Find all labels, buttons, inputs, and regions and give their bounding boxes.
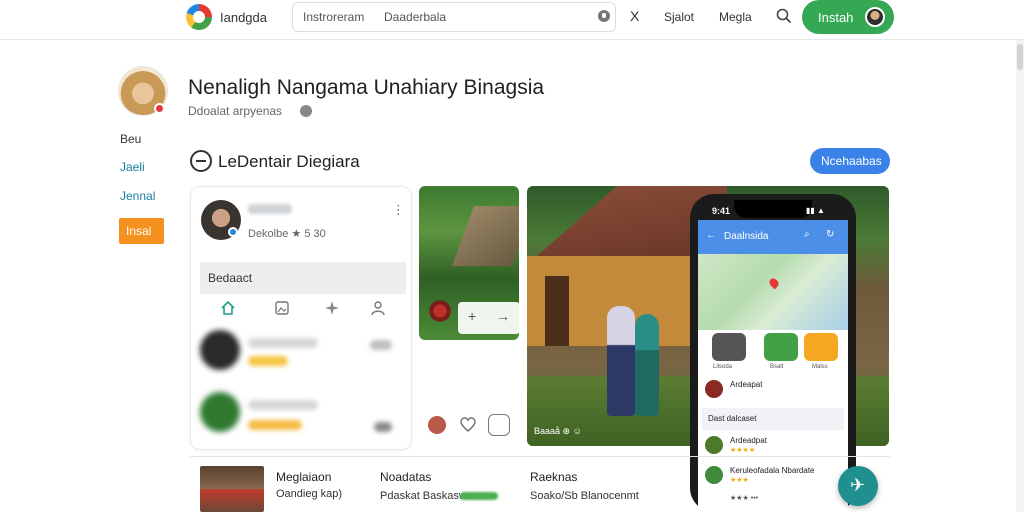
clear-search-icon[interactable]: X [630, 8, 639, 24]
scrollbar-thumb[interactable] [1017, 44, 1023, 70]
reviewer-meta: Dekolbe ★ 5 30 [248, 228, 326, 240]
user-avatar[interactable] [865, 7, 885, 27]
nav-link[interactable]: Megla [719, 10, 752, 24]
reviewer-name-blurred [248, 338, 318, 348]
search-icon[interactable] [776, 8, 792, 24]
phone-list-item[interactable]: Ardeapat [702, 378, 844, 400]
more-options-icon[interactable]: ⋮ [392, 202, 405, 218]
phone-row-title: Dast dalcaset [708, 414, 757, 423]
photo-roof [452, 206, 519, 266]
verified-badge-icon [154, 103, 165, 114]
rating-stars-blurred [248, 420, 302, 430]
listing-subtitle: Oandieg kap) [276, 488, 343, 500]
photo-person [635, 314, 659, 416]
reviewer-avatar [200, 392, 240, 432]
review-time-blurred [370, 340, 392, 350]
phone-row-avatar [705, 466, 723, 484]
reviewer-avatar [200, 330, 240, 370]
heart-icon[interactable] [458, 414, 478, 434]
reviewer-name-blurred [248, 400, 318, 410]
section-action-label: Ncehaabas [821, 154, 882, 168]
listing-subtitle: Pdaskat Baskaswa [380, 490, 473, 502]
phone-row-rating: ★★★ [730, 477, 749, 484]
listing-title[interactable]: Noadatas [380, 470, 431, 484]
reviewer-badge-icon [228, 227, 238, 237]
phone-tile-label: Lilsoda [713, 364, 733, 370]
image-icon[interactable] [274, 300, 290, 316]
phone-tile[interactable] [712, 333, 746, 361]
phone-tile-label: Bsalt [770, 364, 784, 370]
person-icon[interactable] [370, 300, 386, 316]
phone-list-item[interactable]: Dast dalcaset [702, 408, 844, 430]
rating-stars-blurred [248, 356, 288, 366]
photo-controls[interactable]: + → [458, 302, 520, 334]
photo-flowers [425, 296, 455, 326]
back-arrow-icon[interactable]: ← [706, 230, 716, 241]
share-icon[interactable] [488, 414, 510, 436]
reaction-avatar-icon[interactable] [428, 416, 446, 434]
phone-map[interactable] [698, 254, 848, 330]
photo-caption: Baaaå ⊕ ☺ [534, 426, 582, 436]
phone-row-avatar [705, 436, 723, 454]
rating-bar [460, 492, 498, 500]
phone-row-title: Ardeapat [730, 380, 763, 389]
left-menu-item[interactable]: Jennal [120, 189, 155, 203]
phone-status-icons: ▮▮ ▲ [806, 206, 825, 215]
photo-person [607, 306, 635, 416]
listing-title[interactable]: Raeknas [530, 470, 577, 484]
next-arrow-icon[interactable]: → [496, 308, 510, 324]
section-title: LeDentair Diegiara [218, 152, 360, 171]
review-list-item[interactable] [200, 330, 406, 378]
section-action-button[interactable]: Ncehaabas [810, 148, 890, 174]
listing-thumbnail[interactable] [200, 466, 264, 512]
listing-subtitle: Soako/Sb Blanocenmt [530, 490, 639, 502]
sparkle-icon[interactable] [324, 300, 340, 316]
phone-list-item[interactable]: Keruleofadala Nbardate ★★★ [702, 464, 844, 486]
page-scrollbar[interactable] [1016, 40, 1024, 512]
refresh-icon[interactable]: ↻ [826, 229, 834, 240]
review-list-item[interactable] [200, 392, 406, 440]
search-query-term: Instroreram [303, 10, 365, 24]
reviewer-name-blurred [248, 204, 292, 214]
phone-notch [734, 200, 812, 218]
phone-clock: 9:41 [712, 206, 731, 216]
phone-list-item[interactable]: Ardeadpat ★★★★ [702, 434, 844, 456]
phone-row-title: Keruleofadala Nbardate [730, 466, 815, 475]
phone-row-title: Ardeadpat [730, 436, 767, 445]
review-time-blurred [374, 422, 392, 432]
phone-tile[interactable] [764, 333, 798, 361]
search-query-term: Daaderbala [384, 10, 447, 24]
phone-footer: ★★★ ••• [730, 495, 759, 502]
info-icon[interactable] [300, 105, 312, 117]
search-icon[interactable]: ⌕ [804, 229, 810, 240]
phone-row-rating: ★★★★ [730, 447, 756, 454]
left-install-label: Insal [126, 224, 152, 238]
section-icon [190, 150, 212, 172]
install-button[interactable]: Instah [802, 0, 894, 34]
nav-link[interactable]: Sjalot [664, 10, 694, 24]
left-menu-item[interactable]: Beu [120, 132, 141, 146]
zoom-plus-icon[interactable]: + [468, 308, 476, 324]
app-logo-center [193, 11, 205, 23]
phone-tile[interactable] [804, 333, 838, 361]
page-subtitle[interactable]: Ddoalat arpyenas [188, 104, 282, 118]
phone-tile-label: Malss [812, 364, 828, 370]
photo-house-door [545, 276, 569, 346]
left-install-button[interactable]: Insal [119, 218, 164, 244]
left-menu-item[interactable]: Jaeli [120, 160, 145, 174]
send-icon: ✈ [850, 475, 866, 495]
home-icon[interactable] [220, 300, 236, 316]
microphone-icon[interactable] [598, 10, 610, 22]
phone-row-avatar [705, 380, 723, 398]
listing-title[interactable]: Meglaiaon [276, 470, 331, 484]
install-button-label: Instah [818, 10, 854, 25]
page-title: Nenaligh Nangama Unahiary Binagsia [188, 76, 545, 99]
floating-action-button[interactable]: ✈ [838, 466, 878, 506]
app-name[interactable]: Iandgda [220, 10, 267, 25]
bottom-divider [190, 456, 890, 457]
phone-app-title: Daalnsida [724, 231, 769, 242]
comment-input-text: Bedaact [208, 271, 253, 285]
